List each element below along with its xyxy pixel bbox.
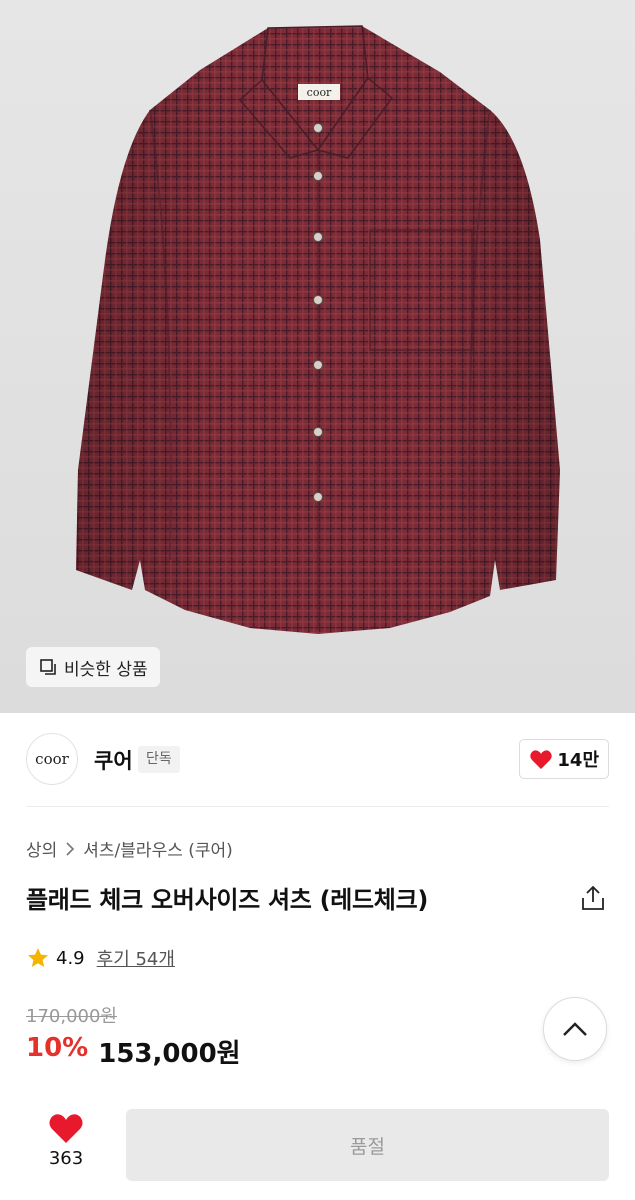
breadcrumb: 상의 셔츠/블라우스 (쿠어) <box>26 836 233 861</box>
breadcrumb-subcategory[interactable]: 셔츠/블라우스 (쿠어) <box>83 836 233 861</box>
rating-row: 4.9 후기 54개 <box>26 945 175 971</box>
scroll-to-top-button[interactable] <box>543 997 607 1061</box>
similar-products-label: 비슷한 상품 <box>64 659 148 680</box>
sold-out-button[interactable]: 품절 <box>126 1109 609 1181</box>
brand-name[interactable]: 쿠어 <box>94 745 133 775</box>
breadcrumb-category[interactable]: 상의 <box>26 836 57 861</box>
brand-row: coor 쿠어 단독 14만 <box>26 733 609 787</box>
shirt-image: coor <box>76 25 560 634</box>
price-row: 10% 153,000원 <box>26 1033 241 1070</box>
sale-price: 153,000원 <box>98 1039 241 1069</box>
heart-icon <box>49 1114 83 1143</box>
shirt-label-tag: coor <box>307 86 332 99</box>
brand-like-button[interactable]: 14만 <box>519 739 609 779</box>
heart-icon <box>530 750 553 769</box>
product-image[interactable]: coor 비슷한 상품 <box>0 0 635 713</box>
chevron-right-icon <box>66 841 75 856</box>
divider <box>26 806 609 807</box>
product-like-button[interactable]: 363 <box>26 1112 106 1178</box>
chevron-up-icon <box>563 1022 587 1036</box>
reviews-link[interactable]: 후기 54개 <box>97 945 175 971</box>
similar-products-icon <box>40 659 56 675</box>
brand-logo[interactable]: coor <box>26 733 78 785</box>
product-like-count: 363 <box>48 1148 84 1169</box>
exclusive-badge: 단독 <box>138 746 180 773</box>
share-icon[interactable] <box>579 884 607 912</box>
star-icon <box>28 948 48 967</box>
original-price: 170,000원 <box>26 1006 117 1027</box>
discount-rate: 10% <box>26 1033 89 1063</box>
brand-like-count: 14만 <box>557 750 599 771</box>
rating-value: 4.9 <box>56 947 85 969</box>
product-title: 플래드 체크 오버사이즈 셔츠 (레드체크) <box>26 886 429 914</box>
similar-products-button[interactable]: 비슷한 상품 <box>26 647 160 687</box>
